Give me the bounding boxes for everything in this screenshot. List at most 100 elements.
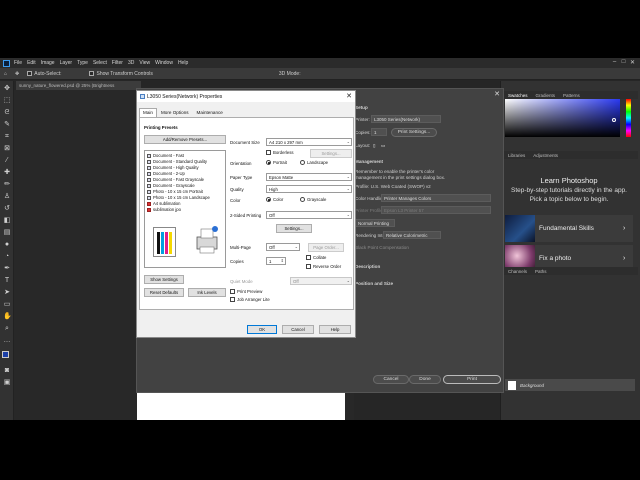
two-sided-select[interactable]: Off ⌄ bbox=[266, 211, 352, 219]
black-point-option[interactable]: Black Point Compensation bbox=[355, 245, 409, 250]
shape-tool-icon[interactable]: ▭ bbox=[3, 301, 11, 309]
list-item[interactable]: Photo - 10 x 15 cm Portrait bbox=[147, 189, 203, 194]
minimize-button[interactable]: – bbox=[610, 59, 619, 66]
close-icon[interactable]: ✕ bbox=[346, 92, 352, 100]
zoom-tool-icon[interactable]: ⌕ bbox=[3, 325, 11, 333]
list-item[interactable]: Document - Fast Grayscale bbox=[147, 177, 204, 182]
portrait-radio[interactable]: Portrait bbox=[266, 160, 287, 165]
menu-type[interactable]: Type bbox=[77, 60, 88, 66]
healing-tool-icon[interactable]: ✚ bbox=[3, 169, 11, 177]
menu-layer[interactable]: Layer bbox=[60, 60, 73, 66]
menu-select[interactable]: Select bbox=[93, 60, 107, 66]
tab-patterns[interactable]: Patterns bbox=[563, 93, 580, 98]
list-item[interactable]: Photo - 10 x 15 cm Landscape bbox=[147, 195, 210, 200]
list-item[interactable]: Document - 2-Up bbox=[147, 171, 185, 176]
frame-tool-icon[interactable]: ⊠ bbox=[3, 145, 11, 153]
menu-file[interactable]: File bbox=[14, 60, 22, 66]
pen-tool-icon[interactable]: ✒ bbox=[3, 265, 11, 273]
print-settings-button[interactable]: Print Settings... bbox=[391, 128, 437, 137]
path-select-tool-icon[interactable]: ➤ bbox=[3, 289, 11, 297]
help-button[interactable]: Help bbox=[319, 325, 351, 334]
lasso-tool-icon[interactable]: ᘓ bbox=[3, 109, 11, 117]
description-header[interactable]: Description bbox=[355, 264, 380, 269]
menu-3d[interactable]: 3D bbox=[128, 60, 134, 66]
hue-slider[interactable] bbox=[626, 99, 631, 137]
landscape-radio[interactable]: Landscape bbox=[300, 160, 328, 165]
type-tool-icon[interactable]: T bbox=[3, 277, 11, 285]
list-item[interactable]: A4 sublimation bbox=[147, 201, 180, 206]
show-transform-checkbox[interactable] bbox=[89, 71, 95, 76]
cancel-button[interactable]: Cancel bbox=[282, 325, 314, 334]
menu-view[interactable]: View bbox=[139, 60, 150, 66]
tab-main[interactable]: Main bbox=[139, 108, 157, 117]
tab-gradients[interactable]: Gradients bbox=[536, 93, 556, 98]
reverse-order-checkbox[interactable]: Reverse Order bbox=[306, 264, 341, 269]
cancel-button[interactable]: Cancel bbox=[373, 375, 409, 384]
list-item[interactable]: Document - Fast bbox=[147, 153, 184, 158]
ok-button[interactable]: OK bbox=[247, 325, 277, 334]
position-size-header[interactable]: Position and Size bbox=[355, 281, 393, 286]
tab-more-options[interactable]: More Options bbox=[157, 108, 193, 117]
foreground-color-swatch[interactable] bbox=[2, 351, 9, 358]
list-item[interactable]: Document - Standard Quality bbox=[147, 159, 207, 164]
rendering-intent-select[interactable]: Relative Colorimetric bbox=[383, 231, 441, 239]
close-window-button[interactable]: ✕ bbox=[628, 59, 637, 66]
show-settings-button[interactable]: Show Settings bbox=[144, 275, 184, 284]
crop-tool-icon[interactable]: ⌗ bbox=[3, 133, 11, 141]
marquee-tool-icon[interactable]: ⬚ bbox=[3, 97, 11, 105]
color-picker-field[interactable] bbox=[505, 99, 620, 137]
job-arranger-checkbox[interactable]: Job Arranger Lite bbox=[230, 297, 270, 302]
stamp-tool-icon[interactable]: ♙ bbox=[3, 193, 11, 201]
normal-printing-select[interactable]: Normal Printing bbox=[355, 219, 395, 227]
add-remove-presets-button[interactable]: Add/Remove Presets... bbox=[144, 135, 226, 144]
print-button[interactable]: Print bbox=[443, 375, 501, 384]
maximize-button[interactable]: □ bbox=[619, 59, 628, 66]
eyedropper-tool-icon[interactable]: ⁄ bbox=[3, 157, 11, 165]
tab-maintenance[interactable]: Maintenance bbox=[193, 108, 227, 117]
brush-tool-icon[interactable]: ✏ bbox=[3, 181, 11, 189]
move-tool-icon[interactable]: ✥ bbox=[3, 85, 11, 93]
layer-row-background[interactable]: Background bbox=[505, 379, 635, 391]
borderless-checkbox[interactable]: Borderless bbox=[266, 150, 294, 155]
layout-landscape-icon[interactable]: ▭ bbox=[381, 143, 385, 149]
document-tab[interactable]: sunny_nature_flowered.psd @ 25% (Brightn… bbox=[16, 81, 141, 90]
history-brush-tool-icon[interactable]: ↺ bbox=[3, 205, 11, 213]
color-handling-select[interactable]: Printer Manages Colors bbox=[381, 194, 491, 202]
auto-select-checkbox[interactable] bbox=[27, 71, 33, 76]
blur-tool-icon[interactable]: ● bbox=[3, 241, 11, 249]
menu-help[interactable]: Help bbox=[178, 60, 188, 66]
copies-spinner[interactable]: 1 ⇕ bbox=[266, 257, 286, 265]
multi-page-select[interactable]: Off ⌄ bbox=[266, 243, 300, 251]
two-sided-settings-button[interactable]: Settings... bbox=[276, 224, 312, 233]
ink-levels-button[interactable]: Ink Levels bbox=[188, 288, 226, 297]
list-item[interactable]: sublimation jpo bbox=[147, 207, 181, 212]
tab-adjustments[interactable]: Adjustments bbox=[533, 153, 558, 158]
copies-field[interactable]: 1 bbox=[371, 128, 387, 136]
gradient-tool-icon[interactable]: ▤ bbox=[3, 229, 11, 237]
done-button[interactable]: Done bbox=[409, 375, 441, 384]
grayscale-radio[interactable]: Grayscale bbox=[300, 197, 326, 202]
card-fundamental-skills[interactable]: Fundamental Skills › bbox=[505, 215, 633, 242]
menu-image[interactable]: Image bbox=[41, 60, 55, 66]
print-preview-checkbox[interactable]: Print Preview bbox=[230, 289, 262, 294]
list-item[interactable]: Document - High Quality bbox=[147, 165, 199, 170]
move-tool-icon[interactable]: ✥ bbox=[15, 71, 19, 77]
quiet-mode-select[interactable]: Off ⌄ bbox=[290, 277, 352, 285]
color-picker-cursor[interactable] bbox=[612, 118, 616, 122]
more-tools-icon[interactable]: … bbox=[3, 337, 11, 345]
hand-tool-icon[interactable]: ✋ bbox=[3, 313, 12, 321]
quality-select[interactable]: High ⌄ bbox=[266, 185, 352, 193]
menu-edit[interactable]: Edit bbox=[27, 60, 36, 66]
tab-swatches[interactable]: Swatches bbox=[508, 93, 528, 98]
eraser-tool-icon[interactable]: ◧ bbox=[3, 217, 11, 225]
collate-checkbox[interactable]: Collate bbox=[306, 255, 326, 260]
page-order-button[interactable]: Page Order... bbox=[308, 243, 344, 252]
borderless-settings-button[interactable]: Settings... bbox=[310, 149, 352, 158]
color-radio[interactable]: Color bbox=[266, 197, 283, 202]
printer-select[interactable]: L3050 Series(Network) bbox=[371, 115, 441, 123]
reset-defaults-button[interactable]: Reset Defaults bbox=[144, 288, 184, 297]
tab-channels[interactable]: Channels bbox=[508, 269, 527, 274]
layout-portrait-icon[interactable]: ▯ bbox=[373, 143, 376, 149]
menu-filter[interactable]: Filter bbox=[112, 60, 123, 66]
close-icon[interactable]: ✕ bbox=[494, 90, 500, 98]
